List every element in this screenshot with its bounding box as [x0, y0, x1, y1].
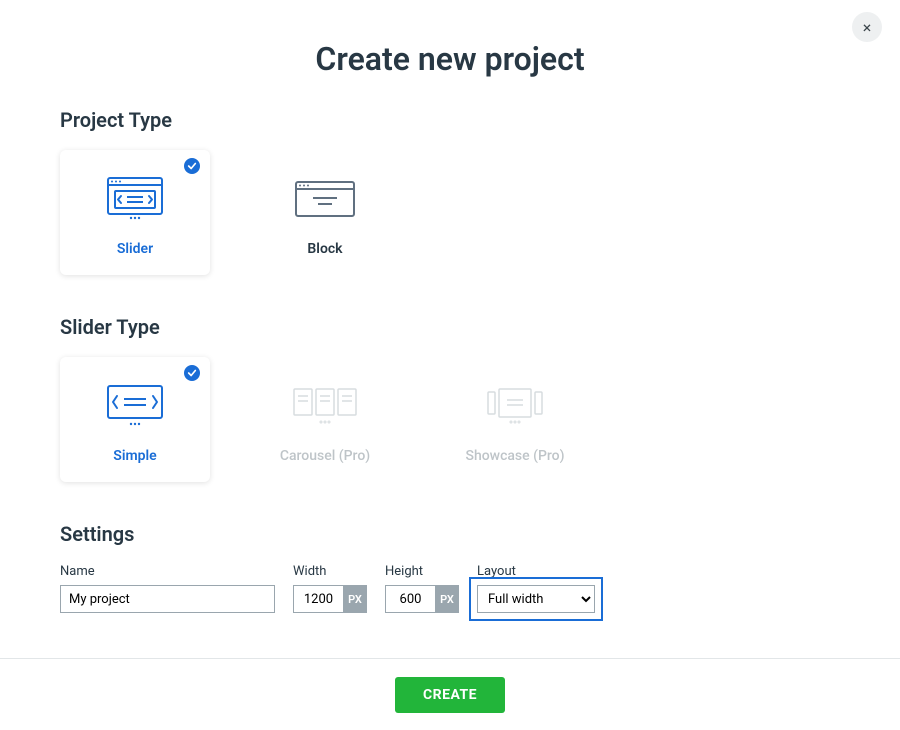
slider-type-heading: Slider Type	[60, 315, 840, 339]
project-type-slider-card[interactable]: Slider	[60, 150, 210, 275]
close-icon: ×	[863, 18, 872, 37]
name-field: Name	[60, 564, 275, 613]
height-field: Height PX	[385, 564, 459, 613]
carousel-icon	[292, 376, 358, 436]
slider-type-carousel-label: Carousel (Pro)	[280, 448, 370, 464]
height-label: Height	[385, 564, 459, 579]
slider-type-simple-card[interactable]: Simple	[60, 357, 210, 482]
width-field: Width PX	[293, 564, 367, 613]
project-type-slider-label: Slider	[117, 241, 153, 257]
block-icon	[295, 169, 355, 229]
dialog-footer: CREATE	[0, 658, 900, 730]
width-label: Width	[293, 564, 367, 579]
slider-type-showcase-card: Showcase (Pro)	[440, 357, 590, 482]
settings-heading: Settings	[60, 522, 840, 546]
layout-field: Layout Full width	[477, 564, 595, 613]
project-type-row: Slider Block	[60, 150, 840, 275]
selected-check-icon	[184, 158, 200, 174]
height-suffix: PX	[435, 585, 459, 613]
dialog-title: Create new project	[60, 40, 840, 78]
project-type-heading: Project Type	[60, 108, 840, 132]
width-input[interactable]	[293, 585, 343, 613]
settings-row: Name Width PX Height PX Layout Full widt…	[60, 564, 840, 613]
slider-type-simple-label: Simple	[113, 448, 156, 464]
close-button[interactable]: ×	[852, 12, 882, 42]
create-button[interactable]: CREATE	[395, 677, 505, 713]
showcase-icon	[485, 376, 545, 436]
slider-type-showcase-label: Showcase (Pro)	[465, 448, 564, 464]
layout-select[interactable]: Full width	[477, 585, 595, 613]
width-suffix: PX	[343, 585, 367, 613]
slider-type-carousel-card: Carousel (Pro)	[250, 357, 400, 482]
name-label: Name	[60, 564, 275, 579]
dialog-content: Create new project Project Type	[0, 0, 900, 613]
height-input[interactable]	[385, 585, 435, 613]
project-type-block-card[interactable]: Block	[250, 150, 400, 275]
simple-slider-icon	[107, 376, 163, 436]
layout-label: Layout	[477, 564, 595, 579]
slider-icon	[107, 169, 163, 229]
selected-check-icon	[184, 365, 200, 381]
slider-type-row: Simple Carousel (Pro)	[60, 357, 840, 482]
project-type-block-label: Block	[307, 241, 342, 257]
name-input[interactable]	[60, 585, 275, 613]
